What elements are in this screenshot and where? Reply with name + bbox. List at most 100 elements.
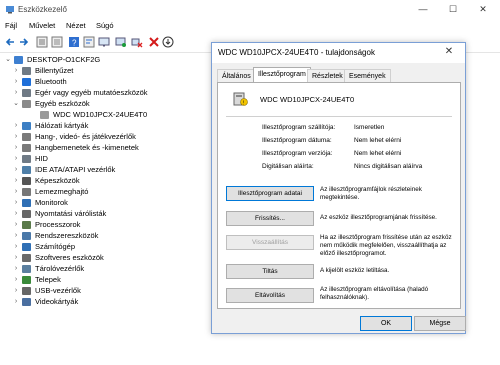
dialog-close-button[interactable]: ✕ <box>440 46 458 57</box>
tree-category-item[interactable]: › IDE ATA/ATAPI vezérlők <box>0 164 210 175</box>
chevron-right-icon[interactable]: › <box>12 142 20 153</box>
minimize-button[interactable]: — <box>408 2 438 16</box>
device-category-icon <box>22 264 31 273</box>
tree-category-item[interactable]: › Nyomtatási várólisták <box>0 208 210 219</box>
window-title: Eszközkezelő <box>18 5 67 14</box>
forward-arrow-icon[interactable] <box>18 36 30 48</box>
device-category-icon <box>22 99 31 108</box>
list-view-icon[interactable] <box>51 36 63 48</box>
device-category-icon <box>22 88 31 97</box>
tree-category-item[interactable]: › Hangbemenetek és -kimenetek <box>0 142 210 153</box>
dialog-title: WDC WD10JPCX-24UE4T0 - tulajdonságok <box>218 48 375 57</box>
menu-view[interactable]: Nézet <box>66 21 86 30</box>
tab-details[interactable]: Részletek <box>307 69 348 83</box>
tree-category-item[interactable]: › Bluetooth <box>0 76 210 87</box>
tab-general[interactable]: Általános <box>217 69 256 83</box>
tree-category-item[interactable]: › Rendszereszközök <box>0 230 210 241</box>
tree-category-item[interactable]: › USB-vezérlők <box>0 285 210 296</box>
chevron-right-icon[interactable]: › <box>12 197 20 208</box>
chevron-right-icon[interactable]: › <box>12 285 20 296</box>
chevron-right-icon[interactable]: › <box>12 296 20 307</box>
tree-category-item[interactable]: › Hálózati kártyák <box>0 120 210 131</box>
menu-file[interactable]: Fájl <box>5 21 17 30</box>
roll-back-driver-button[interactable]: Visszaállítás <box>226 235 314 250</box>
chevron-right-icon[interactable]: › <box>12 230 20 241</box>
remove-x-icon[interactable] <box>148 36 160 48</box>
tree-category-item[interactable]: › Billentyűzet <box>0 65 210 76</box>
device-tree: ⌄ DESKTOP-O1CKF2G › Billentyűzet › Bluetoot… <box>0 52 210 365</box>
close-window-button[interactable]: ✕ <box>468 2 498 16</box>
chevron-right-icon[interactable]: › <box>12 175 20 186</box>
back-arrow-icon[interactable] <box>4 36 16 48</box>
tree-category-item[interactable]: › Egér vagy egyéb mutatóeszközök <box>0 87 210 98</box>
device-category-icon <box>22 198 31 207</box>
chevron-right-icon[interactable]: › <box>12 274 20 285</box>
chevron-right-icon[interactable]: › <box>12 65 20 76</box>
dialog-title-bar[interactable]: WDC WD10JPCX-24UE4T0 - tulajdonságok ✕ <box>212 43 465 63</box>
tree-category-item[interactable]: › Lemezmeghajtó <box>0 186 210 197</box>
title-bar[interactable]: Eszközkezelő — ☐ ✕ <box>0 0 500 19</box>
tree-category-item[interactable]: › Hang-, videó- és játékvezérlők <box>0 131 210 142</box>
chevron-right-icon[interactable]: › <box>12 186 20 197</box>
tree-category-item[interactable]: › Videokártyák <box>0 296 210 307</box>
update-driver-button[interactable]: Frissítés... <box>226 211 314 226</box>
digital-signer-label: Digitálisan aláírta: <box>262 163 314 170</box>
digital-signer-value: Nincs digitálisan aláírva <box>354 163 423 170</box>
tree-category-item[interactable]: › Tárolóvezérlők <box>0 263 210 274</box>
driver-tab-panel: ! WDC WD10JPCX-24UE4T0 Illesztőprogram s… <box>217 82 461 309</box>
tree-item-label: Hang-, videó- és játékvezérlők <box>35 132 136 141</box>
driver-details-desc: Az illesztőprogramfájlok részleteinek me… <box>320 186 422 201</box>
tree-category-item[interactable]: › Monitorok <box>0 197 210 208</box>
device-category-icon <box>22 77 31 86</box>
tree-category-item[interactable]: ⌄ Egyéb eszközök <box>0 98 210 109</box>
chevron-right-icon[interactable]: › <box>12 120 20 131</box>
menu-action[interactable]: Művelet <box>29 21 55 30</box>
tree-item-label: Videokártyák <box>35 297 79 306</box>
chevron-right-icon[interactable]: › <box>12 241 20 252</box>
driver-version-label: Illesztőprogram verziója: <box>262 150 333 157</box>
tree-child-item[interactable]: WDC WD10JPCX-24UE4T0 <box>0 109 210 120</box>
ok-button[interactable]: OK <box>360 316 412 331</box>
chevron-right-icon[interactable]: › <box>12 131 20 142</box>
tree-view-icon[interactable] <box>36 36 48 48</box>
chevron-right-icon[interactable]: › <box>12 252 20 263</box>
help-icon[interactable]: ? <box>68 36 80 48</box>
menu-help[interactable]: Súgó <box>96 21 114 30</box>
tree-root-label: DESKTOP-O1CKF2G <box>27 55 101 64</box>
chevron-right-icon[interactable]: › <box>12 219 20 230</box>
properties-icon[interactable] <box>83 36 95 48</box>
chevron-right-icon[interactable]: › <box>12 164 20 175</box>
tree-category-item[interactable]: › Processzorok <box>0 219 210 230</box>
chevron-down-icon[interactable]: ⌄ <box>12 98 20 109</box>
tree-category-item[interactable]: › Képeszközök <box>0 175 210 186</box>
driver-details-button[interactable]: Illesztőprogram adatai <box>226 186 314 201</box>
tree-category-item[interactable]: › Telepek <box>0 274 210 285</box>
tree-root[interactable]: ⌄ DESKTOP-O1CKF2G <box>0 54 210 65</box>
device-category-icon <box>22 242 31 251</box>
chevron-right-icon[interactable]: › <box>12 153 20 164</box>
chevron-right-icon[interactable]: › <box>12 87 20 98</box>
separator <box>226 116 452 117</box>
chevron-right-icon[interactable]: › <box>12 263 20 274</box>
chevron-right-icon[interactable]: › <box>12 76 20 87</box>
driver-date-value: Nem lehet elérni <box>354 137 402 144</box>
maximize-button[interactable]: ☐ <box>438 2 468 16</box>
device-category-icon <box>22 121 31 130</box>
tree-item-label: Számítógép <box>35 242 76 251</box>
update-driver-icon[interactable] <box>98 36 110 48</box>
chevron-down-icon[interactable]: ⌄ <box>4 54 12 65</box>
tree-category-item[interactable]: › Szoftveres eszközök <box>0 252 210 263</box>
tree-item-label: Egér vagy egyéb mutatóeszközök <box>35 88 148 97</box>
disable-device-button[interactable]: Tiltás <box>226 264 314 279</box>
tab-events[interactable]: Események <box>344 69 391 83</box>
enable-device-icon[interactable] <box>162 36 174 48</box>
uninstall-device-button[interactable]: Eltávolítás <box>226 288 314 303</box>
chevron-right-icon[interactable]: › <box>12 208 20 219</box>
uninstall-device-icon[interactable] <box>131 36 143 48</box>
cancel-button[interactable]: Mégse <box>414 316 466 331</box>
scan-hardware-icon[interactable] <box>115 36 127 48</box>
tree-category-item[interactable]: › Számítógép <box>0 241 210 252</box>
device-category-icon <box>22 154 31 163</box>
driver-version-value: Nem lehet elérni <box>354 150 402 157</box>
tree-category-item[interactable]: › HID <box>0 153 210 164</box>
